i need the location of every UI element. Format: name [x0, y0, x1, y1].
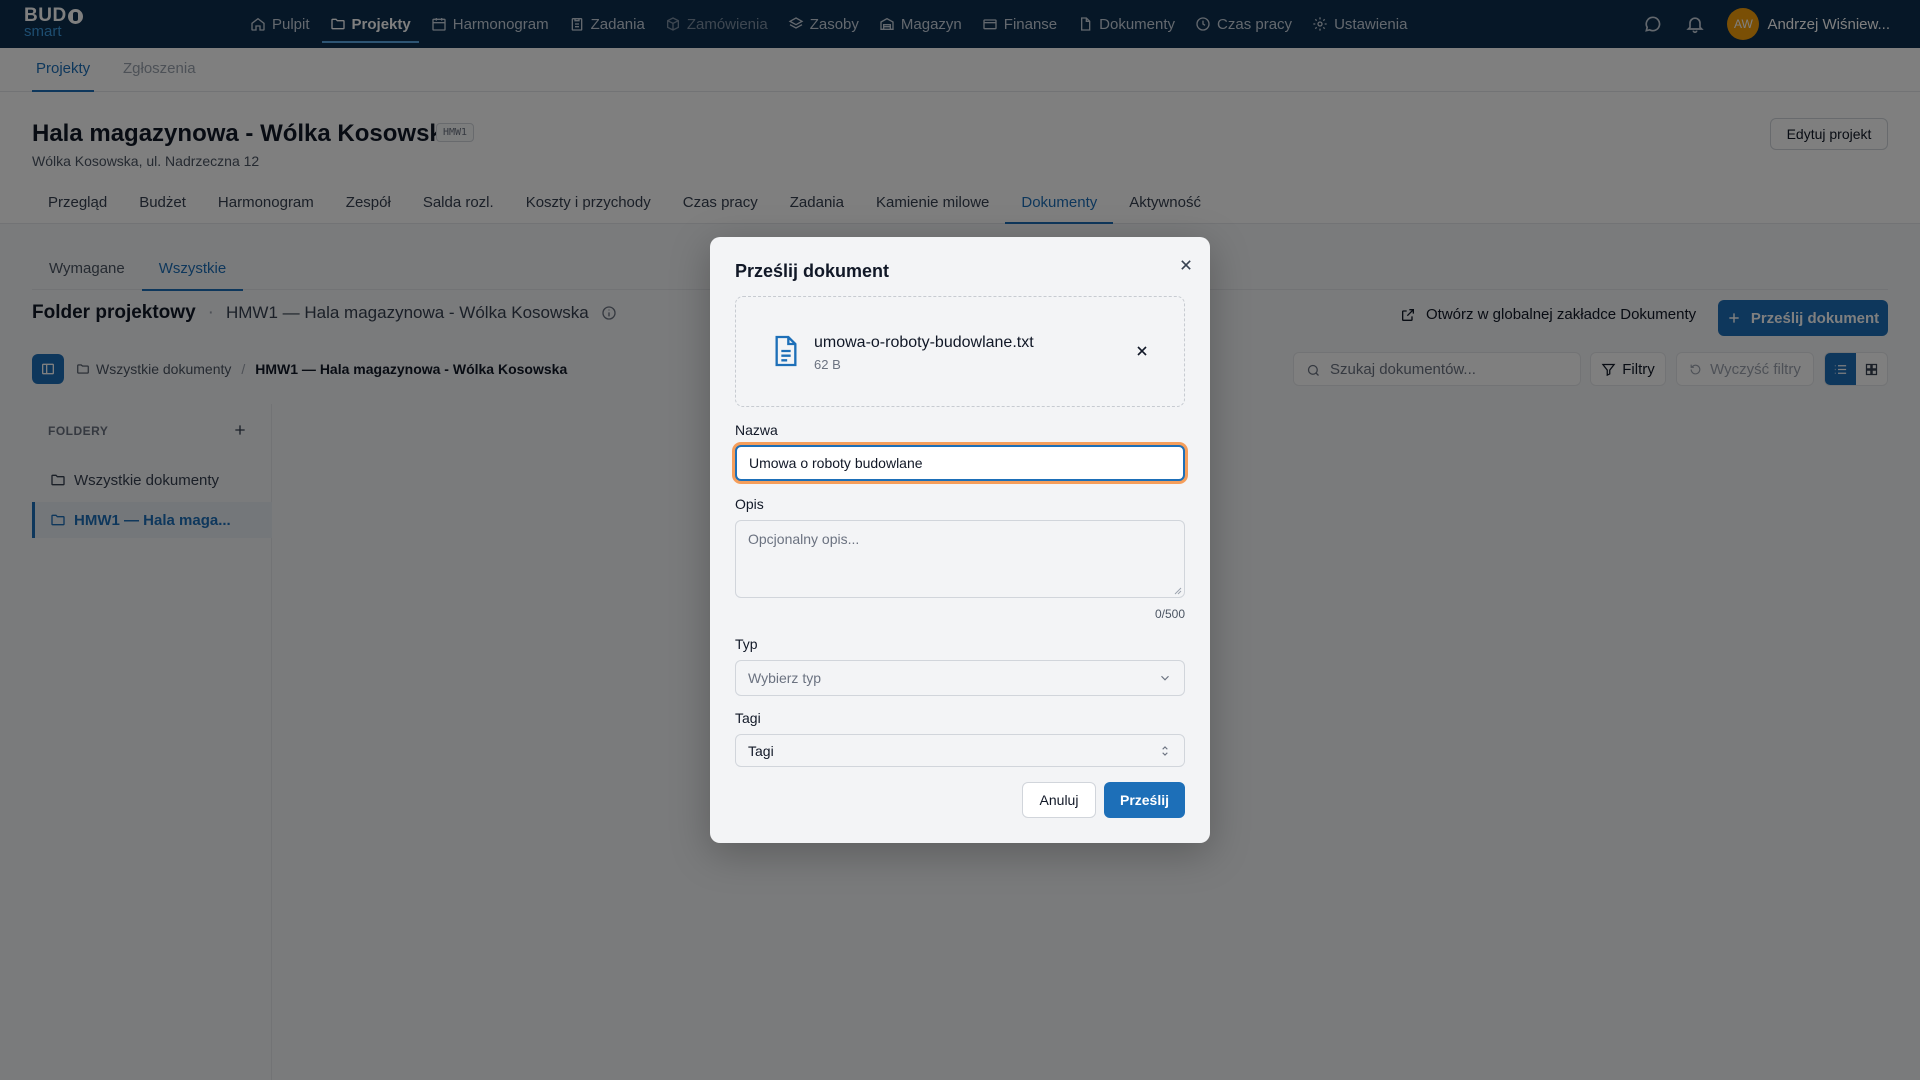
- file-text-icon: [775, 335, 797, 367]
- file-dropzone[interactable]: umowa-o-roboty-budowlane.txt 62 B: [735, 296, 1185, 407]
- file-size: 62 B: [814, 357, 841, 372]
- file-name: umowa-o-roboty-budowlane.txt: [814, 334, 1034, 351]
- close-icon[interactable]: [1176, 255, 1196, 275]
- dialog-title: Prześlij dokument: [735, 261, 890, 281]
- tags-select[interactable]: Tagi: [735, 734, 1185, 767]
- tags-label: Tagi: [735, 710, 761, 726]
- description-label: Opis: [735, 496, 764, 512]
- upload-document-dialog: Prześlij dokument umowa-o-roboty-budowla…: [710, 237, 1210, 843]
- chevron-down-icon: [1161, 675, 1169, 681]
- type-label: Typ: [735, 636, 758, 652]
- submit-button[interactable]: Prześlij: [1104, 782, 1185, 818]
- description-textarea[interactable]: Opcjonalny opis...: [735, 520, 1185, 598]
- name-value: Umowa o roboty budowlane: [749, 455, 923, 471]
- tags-value: Tagi: [748, 742, 774, 759]
- chevron-up-down-icon: [1162, 745, 1168, 756]
- description-placeholder: Opcjonalny opis...: [748, 531, 860, 547]
- cancel-button[interactable]: Anuluj: [1022, 782, 1096, 818]
- name-label: Nazwa: [735, 422, 778, 438]
- resize-grip-icon[interactable]: [1174, 587, 1182, 595]
- type-select[interactable]: Wybierz typ: [735, 660, 1185, 696]
- name-field[interactable]: Umowa o roboty budowlane: [735, 445, 1185, 481]
- type-placeholder: Wybierz typ: [748, 670, 822, 686]
- remove-file-icon[interactable]: [1134, 343, 1150, 359]
- description-counter: 0/500: [1154, 607, 1185, 621]
